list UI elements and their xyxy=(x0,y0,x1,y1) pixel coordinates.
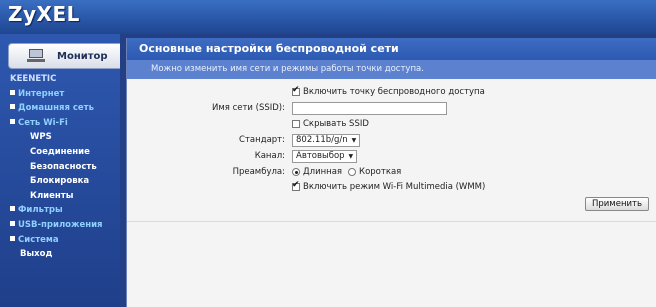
sidebar-item-internet[interactable]: Интернет xyxy=(0,87,120,102)
collapse-icon xyxy=(10,118,15,124)
preamble-label: Преамбула: xyxy=(232,167,285,177)
preamble-row: Преамбула: Длинная Короткая xyxy=(127,165,656,179)
wifi-settings-form: Включить точку беспроводного доступа Имя… xyxy=(127,79,656,307)
channel-label: Канал: xyxy=(254,151,285,161)
zyxel-logo: ZyXEL xyxy=(8,2,80,26)
hide-ssid-label: Скрывать SSID xyxy=(303,119,369,129)
standard-value: 802.11b/g/n xyxy=(296,135,348,145)
channel-select[interactable]: Автовыбор ▼ xyxy=(292,149,358,163)
expand-icon xyxy=(10,89,15,95)
ssid-label: Имя сети (SSID): xyxy=(211,103,285,113)
preamble-long-radio[interactable] xyxy=(292,168,300,176)
sidebar-item-system[interactable]: Система xyxy=(0,233,120,248)
expand-icon xyxy=(10,220,15,226)
hide-ssid-row: Скрывать SSID xyxy=(127,117,656,131)
form-divider xyxy=(127,221,656,222)
sidebar-item-connection[interactable]: Соединение xyxy=(0,145,120,160)
sidebar-nav: KEENETIC Интернет Домашняя сеть Сеть Wi-… xyxy=(0,72,120,262)
sidebar-item-wps[interactable]: WPS xyxy=(0,130,120,145)
channel-value: Автовыбор xyxy=(296,151,345,161)
chevron-down-icon: ▼ xyxy=(348,152,354,160)
sidebar-item-logout[interactable]: Выход xyxy=(0,247,120,262)
sidebar-brand-keenetic: KEENETIC xyxy=(10,74,57,84)
standard-select[interactable]: 802.11b/g/n ▼ xyxy=(292,133,361,147)
page-subtitle: Можно изменить имя сети и режимы работы … xyxy=(127,60,656,79)
preamble-long-label: Длинная xyxy=(303,167,343,177)
sidebar-item-home-network[interactable]: Домашняя сеть xyxy=(0,101,120,116)
standard-label: Стандарт: xyxy=(239,135,285,145)
content-frame: Основные настройки беспроводной сети Мож… xyxy=(120,34,656,307)
expand-icon xyxy=(10,235,15,241)
monitor-tab[interactable]: Монитор xyxy=(8,43,120,69)
enable-ap-label: Включить точку беспроводного доступа xyxy=(303,87,485,97)
expand-icon xyxy=(10,206,15,212)
wmm-checkbox[interactable] xyxy=(292,180,300,191)
ssid-row: Имя сети (SSID): xyxy=(127,101,656,115)
channel-row: Канал: Автовыбор ▼ xyxy=(127,149,656,163)
chevron-down-icon: ▼ xyxy=(351,136,357,144)
sidebar-item-blocking[interactable]: Блокировка xyxy=(0,174,120,189)
apply-button[interactable]: Применить xyxy=(585,197,649,211)
sidebar-item-security[interactable]: Безопасность xyxy=(0,160,120,175)
top-bar: ZyXEL xyxy=(0,0,656,34)
sidebar-item-filters[interactable]: Фильтры xyxy=(0,203,120,218)
standard-row: Стандарт: 802.11b/g/n ▼ xyxy=(127,133,656,147)
enable-ap-checkbox[interactable] xyxy=(292,85,300,96)
wmm-label: Включить режим Wi-Fi Multimedia (WMM) xyxy=(303,182,486,192)
hide-ssid-checkbox[interactable] xyxy=(292,120,300,128)
expand-icon xyxy=(10,104,15,110)
monitor-label: Монитор xyxy=(57,50,108,62)
sidebar-item-clients[interactable]: Клиенты xyxy=(0,189,120,204)
ssid-input[interactable] xyxy=(292,101,447,115)
enable-ap-row: Включить точку беспроводного доступа xyxy=(127,85,656,99)
monitor-icon xyxy=(27,49,45,63)
settings-panel: Основные настройки беспроводной сети Мож… xyxy=(126,38,656,307)
page-title: Основные настройки беспроводной сети xyxy=(127,38,656,60)
sidebar-item-usb-apps[interactable]: USB-приложения xyxy=(0,218,120,233)
preamble-short-radio[interactable] xyxy=(348,168,357,176)
sidebar: Монитор KEENETIC Интернет Домашняя сеть … xyxy=(0,34,120,307)
preamble-short-label: Короткая xyxy=(359,167,402,177)
sidebar-item-wifi[interactable]: Сеть Wi-Fi xyxy=(0,116,120,131)
wmm-row: Включить режим Wi-Fi Multimedia (WMM) xyxy=(127,180,656,194)
